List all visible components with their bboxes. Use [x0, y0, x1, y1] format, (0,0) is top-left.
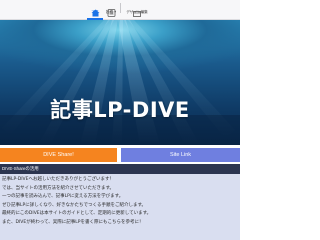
- toolbar-item-post[interactable]: 投稿 ▾: [104, 1, 118, 19]
- info-line: 一つの記事を読み込んで、記事LPに変える方法を学びます。: [2, 194, 124, 199]
- toolbar-item-design[interactable]: デザイン編集: [124, 1, 150, 19]
- design-icon: [132, 2, 142, 17]
- hero-banner: 記事LP-DIVE: [0, 20, 240, 145]
- info-line: 記事LP-DIVEへお越しいただきありがとうございます！: [2, 177, 114, 182]
- hero-title: 記事LP-DIVE: [50, 98, 190, 122]
- toolbar-separator: [120, 3, 121, 13]
- info-line: 最終的にこのDIVEは本サイトのガイドとして、定期的に更新しています。: [2, 211, 152, 216]
- info-panel: DIVE-Shareの活用 記事LP-DIVEへお越しいただきありがとうございま…: [0, 164, 240, 240]
- info-line: では、当サイトの活用方法を紹介させていただきます。: [2, 185, 115, 191]
- info-panel-header: DIVE-Shareの活用: [0, 164, 240, 174]
- post-icon: [107, 2, 116, 17]
- info-line: ぜひ記事LPに詳しくなり、好きなかたちでつくる手順をご紹介します。: [2, 202, 146, 208]
- info-line: また、DIVEが終わって、実際に記事LPを書く際にもこちらを参考に！: [2, 219, 144, 225]
- site-link-button[interactable]: Site Link: [121, 148, 240, 162]
- info-panel-body: 記事LP-DIVEへお越しいただきありがとうございます！ では、当サイトの活用方…: [2, 176, 238, 227]
- underwater-light-rays: [0, 20, 240, 145]
- dive-share-button[interactable]: DIVE Share!: [0, 148, 117, 162]
- action-buttons: DIVE Share! Site Link: [0, 148, 240, 162]
- home-icon: [91, 2, 100, 17]
- toolbar: 下書 投稿 ▾ デザイン編集: [0, 0, 240, 20]
- toolbar-item-draft[interactable]: 下書: [87, 1, 103, 20]
